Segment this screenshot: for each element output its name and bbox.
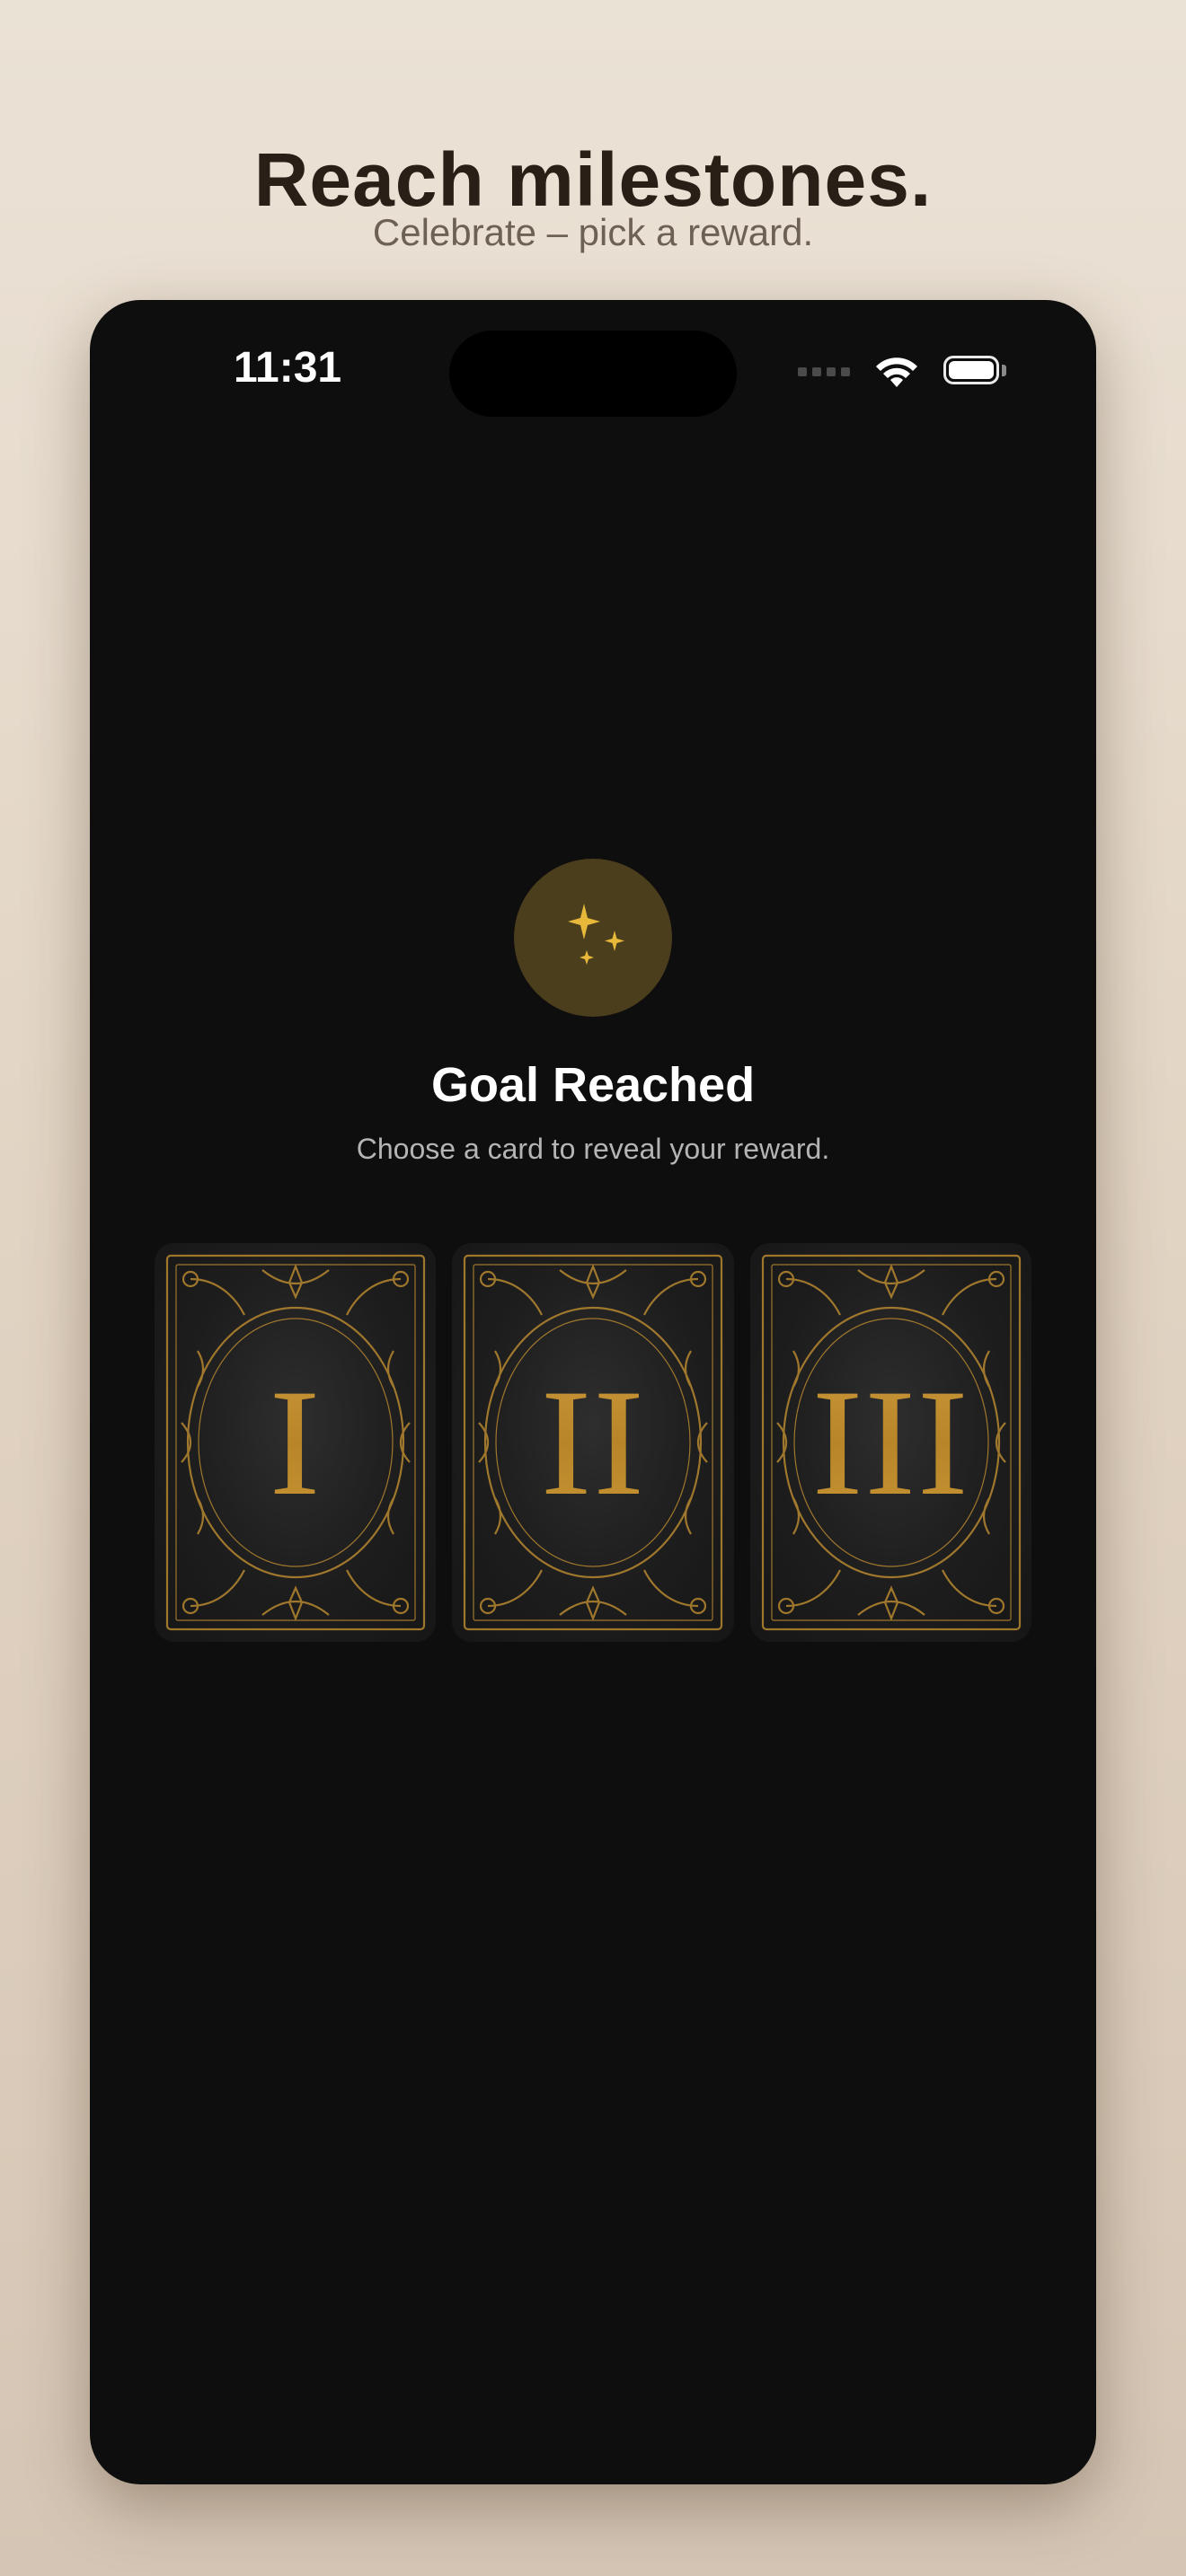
sparkles-badge <box>514 859 672 1017</box>
wifi-icon <box>876 357 917 387</box>
status-icons <box>798 352 1006 392</box>
sparkles-icon <box>568 904 624 965</box>
card-numeral: I <box>155 1243 436 1642</box>
status-time: 11:31 <box>234 344 342 392</box>
reward-cards: I II III <box>155 1243 1031 1642</box>
reward-card-2[interactable]: II <box>452 1243 734 1642</box>
card-numeral: III <box>750 1243 1031 1642</box>
reward-card-1[interactable]: I <box>155 1243 437 1642</box>
dynamic-island <box>449 331 737 417</box>
goal-subtitle: Choose a card to reveal your reward. <box>356 1133 830 1165</box>
phone-screen: 11:31 Goal Reached Choose a card to reve… <box>90 300 1096 2484</box>
promo-subheadline: Celebrate – pick a reward. <box>372 211 814 253</box>
reward-card-3[interactable]: III <box>749 1243 1031 1642</box>
signal-icon <box>798 367 850 376</box>
goal-title: Goal Reached <box>430 1058 756 1112</box>
card-numeral: II <box>452 1243 733 1642</box>
battery-icon <box>943 356 1006 388</box>
